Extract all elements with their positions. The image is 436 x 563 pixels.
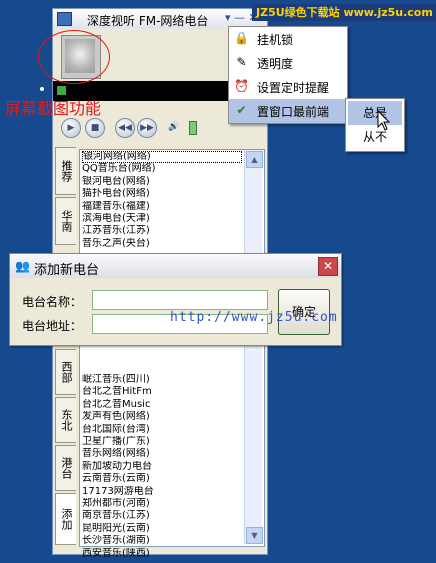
alarm-clock-icon: ⏰ (234, 79, 249, 93)
list-item[interactable]: QQ音乐台(网络) (82, 163, 242, 175)
category-tabs: 推荐 华南 西部 东北 港台 添加 (55, 147, 77, 547)
list-item[interactable]: 台北之音Music (82, 399, 242, 411)
list-item[interactable]: 西安音乐(陕西) (82, 548, 242, 560)
list-item[interactable]: 南京音乐(江苏) (82, 510, 242, 522)
list-item[interactable] (82, 349, 242, 361)
app-icon (57, 12, 72, 26)
menu-item-lock[interactable]: 🔒 挂机锁 (229, 27, 347, 51)
next-button[interactable]: ▶▶ (137, 118, 157, 138)
topmost-submenu: 总是 从不 (345, 98, 405, 152)
station-name-label: 电台名称： (22, 295, 83, 309)
list-item[interactable]: 银河网络(网络) (82, 151, 242, 164)
list-item[interactable]: 昆明阳光(云南) (82, 523, 242, 535)
tab-recommend[interactable]: 推荐 (55, 147, 76, 195)
submenu-always[interactable]: 总是 (348, 101, 402, 125)
station-items: 银河网络(网络) QQ音乐台(网络) 银河电台(网络) 猫扑电台(网络) 福建音乐(福建… (82, 151, 242, 560)
dialog-title-bar[interactable]: 👥 添加新电台 ✕ (10, 254, 341, 278)
stop-button[interactable]: ■ (85, 118, 105, 138)
annotation-ellipse (38, 30, 110, 84)
site-watermark: JZ5U绿色下载站 www.jz5u.com (252, 4, 436, 21)
scroll-up-button[interactable]: ▲ (246, 151, 263, 168)
list-item[interactable]: 猫扑电台(网络) (82, 188, 242, 200)
window-title: 深度视听 FM-网络电台 (87, 14, 209, 28)
tab-south-china[interactable]: 华南 (55, 197, 76, 245)
tab-add[interactable]: 添加 (55, 493, 76, 545)
tab-hk-tw[interactable]: 港台 (55, 445, 76, 491)
play-button[interactable]: ▶ (61, 118, 81, 138)
list-item[interactable]: 江苏音乐(江苏) (82, 225, 242, 237)
watermark-url: http://www.jz5u.com (170, 310, 338, 325)
menu-item-label: 透明度 (257, 57, 294, 71)
add-station-dialog: 👥 添加新电台 ✕ 电台名称： 电台地址： 确定 (9, 253, 342, 346)
submenu-never[interactable]: 从不 (348, 125, 402, 149)
annotation-label: 屏幕截图功能 (5, 99, 102, 118)
prev-button[interactable]: ◀◀ (115, 118, 135, 138)
list-item[interactable]: 岷江音乐(四川) (82, 374, 242, 386)
volume-slider[interactable] (189, 121, 197, 135)
menu-item-label: 置窗口最前端 (257, 105, 330, 119)
close-button[interactable]: ✕ (318, 257, 338, 276)
mouse-cursor-icon (377, 110, 391, 131)
list-item[interactable]: 台北之音HitFm (82, 386, 242, 398)
list-item[interactable]: 台北国际(台湾) (82, 424, 242, 436)
list-item[interactable]: 音乐网络(网络) (82, 448, 242, 460)
station-url-label: 电台地址： (22, 319, 83, 333)
menu-item-reminder[interactable]: ⏰ 设置定时提醒 (229, 75, 347, 99)
dialog-title: 添加新电台 (34, 263, 100, 278)
signal-icon (57, 86, 66, 95)
station-list[interactable]: 银河网络(网络) QQ音乐台(网络) 银河电台(网络) 猫扑电台(网络) 福建音乐(福建… (79, 149, 265, 559)
menu-item-always-on-top[interactable]: ✔ 置窗口最前端 (229, 99, 347, 123)
context-menu: 🔒 挂机锁 ✎ 透明度 ⏰ 设置定时提醒 ✔ 置窗口最前端 (228, 26, 348, 124)
list-item[interactable]: 滨海电台(天津) (82, 213, 242, 225)
annotation-dot (40, 87, 44, 91)
menu-item-label: 设置定时提醒 (257, 81, 330, 95)
tab-west[interactable]: 西部 (55, 349, 76, 395)
list-item[interactable]: 发声有色(网络) (82, 411, 242, 423)
list-item[interactable]: 长沙音乐(湖南) (82, 535, 242, 547)
list-item[interactable] (82, 362, 242, 374)
station-name-input[interactable] (92, 290, 268, 310)
list-item[interactable]: 云南音乐(云南) (82, 473, 242, 485)
checkmark-icon: ✔ (236, 103, 247, 117)
scrollbar[interactable]: ▲ ▼ (244, 150, 263, 544)
list-item[interactable]: 卫星广播(广东) (82, 436, 242, 448)
list-item[interactable]: 福建音乐(福建) (82, 201, 242, 213)
menu-item-label: 挂机锁 (257, 33, 294, 47)
menu-item-transparency[interactable]: ✎ 透明度 (229, 51, 347, 75)
lock-icon: 🔒 (234, 31, 249, 45)
list-item[interactable]: 新加坡动力电台 (82, 461, 242, 473)
people-icon: 👥 (15, 259, 30, 273)
tab-northeast[interactable]: 东北 (55, 397, 76, 443)
list-item[interactable]: 银河电台(网络) (82, 176, 242, 188)
scroll-down-button[interactable]: ▼ (246, 527, 263, 544)
list-item[interactable]: 音乐之声(央台) (82, 238, 242, 250)
list-item[interactable]: 17173网游电台 (82, 486, 242, 498)
volume-icon[interactable]: 🔊 (165, 118, 183, 136)
list-item[interactable]: 郑州都市(河南) (82, 498, 242, 510)
wand-icon: ✎ (236, 55, 247, 69)
